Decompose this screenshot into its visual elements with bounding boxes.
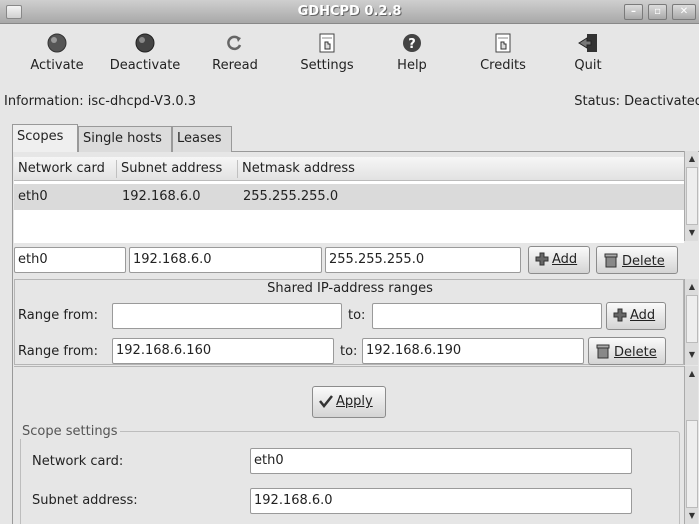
tab-single-hosts[interactable]: Single hosts — [78, 126, 172, 152]
scopes-list[interactable]: Network card Subnet address Netmask addr… — [14, 157, 684, 243]
range-to-label: to: — [348, 308, 366, 323]
add-scope-label: Add — [552, 252, 578, 267]
scope-settings-title: Scope settings — [20, 424, 120, 439]
subnet-address-field[interactable]: 192.168.6.0 — [250, 488, 632, 514]
scroll-up-icon[interactable]: ▲ — [686, 153, 698, 165]
settings-label: Settings — [300, 58, 354, 73]
quit-icon — [578, 34, 597, 52]
settings-button[interactable]: Settings — [292, 32, 362, 73]
range-to-label: to: — [340, 344, 358, 359]
netmask-input[interactable]: 255.255.255.0 — [325, 247, 521, 273]
range-from-input[interactable]: 192.168.6.160 — [112, 338, 334, 364]
help-button[interactable]: ? Help — [387, 32, 437, 73]
add-range-label: Add — [630, 308, 656, 323]
scopes-list-header: Network card Subnet address Netmask addr… — [14, 157, 684, 181]
delete-scope-label: Delete — [622, 254, 665, 269]
settings-icon — [319, 33, 335, 53]
credits-label: Credits — [480, 58, 526, 73]
row-network-card: eth0 — [18, 189, 48, 204]
tab-leases[interactable]: Leases — [172, 126, 232, 152]
row-subnet: 192.168.6.0 — [122, 189, 201, 204]
range-from-label: Range from: — [18, 308, 98, 323]
info-bar: Information: isc-dhcpd-V3.0.3 Status: De… — [0, 92, 699, 112]
deactivate-label: Deactivate — [109, 58, 181, 73]
column-subnet-address[interactable]: Subnet address — [121, 161, 222, 176]
delete-range-label: Delete — [614, 345, 657, 360]
reread-button[interactable]: Reread — [205, 32, 265, 73]
activate-icon — [47, 33, 67, 53]
scroll-down-icon[interactable]: ▼ — [686, 227, 698, 239]
apply-button[interactable]: Apply — [312, 386, 386, 418]
add-scope-button[interactable]: Add — [528, 246, 590, 274]
table-row[interactable]: eth0 192.168.6.0 255.255.255.0 — [14, 184, 684, 210]
scroll-thumb[interactable] — [686, 295, 698, 343]
title-bar: GDHCPD 0.2.8 – ▫ ✕ — [0, 0, 699, 24]
subnet-input[interactable]: 192.168.6.0 — [129, 247, 322, 273]
information-text: Information: isc-dhcpd-V3.0.3 — [4, 94, 197, 109]
scroll-down-icon[interactable]: ▼ — [686, 510, 698, 522]
help-icon: ? — [403, 34, 421, 52]
trash-icon — [596, 344, 610, 359]
settings-scrollbar[interactable]: ▲ ▼ — [684, 366, 698, 524]
scroll-thumb[interactable] — [686, 167, 698, 225]
quit-label: Quit — [574, 58, 602, 73]
activate-label: Activate — [30, 58, 84, 73]
maximize-button[interactable]: ▫ — [648, 4, 667, 20]
svg-text:?: ? — [408, 37, 416, 52]
deactivate-button[interactable]: Deactivate — [102, 32, 188, 73]
scroll-up-icon[interactable]: ▲ — [686, 368, 698, 380]
range-from-label: Range from: — [18, 344, 98, 359]
tab-scopes[interactable]: Scopes — [12, 124, 78, 152]
subnet-address-label: Subnet address: — [32, 493, 138, 508]
quit-button[interactable]: Quit — [566, 32, 610, 73]
checkmark-icon — [319, 395, 333, 408]
toolbar: Activate Deactivate Reread Settings ? He… — [0, 24, 699, 90]
add-range-button[interactable]: Add — [606, 302, 666, 330]
new-range-to-input[interactable] — [372, 303, 602, 329]
delete-scope-button[interactable]: Delete — [596, 246, 678, 274]
network-card-field[interactable]: eth0 — [250, 448, 632, 474]
help-label: Help — [397, 58, 427, 73]
network-card-input[interactable]: eth0 — [14, 247, 126, 273]
shared-ranges-header: Shared IP-address ranges — [267, 281, 433, 296]
deactivate-icon — [135, 33, 155, 53]
scopes-list-scrollbar[interactable]: ▲ ▼ — [684, 151, 698, 241]
reread-icon — [227, 35, 242, 51]
apply-label: Apply — [336, 394, 373, 409]
scroll-thumb[interactable] — [686, 420, 698, 508]
scroll-down-icon[interactable]: ▼ — [686, 349, 698, 361]
column-network-card[interactable]: Network card — [18, 161, 105, 176]
reread-label: Reread — [212, 58, 258, 73]
activate-button[interactable]: Activate — [22, 32, 92, 73]
row-netmask: 255.255.255.0 — [243, 189, 339, 204]
close-button[interactable]: ✕ — [672, 4, 696, 20]
shared-ranges-scrollbar[interactable]: ▲ ▼ — [684, 279, 698, 365]
network-card-label: Network card: — [32, 454, 124, 469]
window-title: GDHCPD 0.2.8 — [297, 4, 402, 19]
trash-icon — [604, 253, 618, 268]
scroll-up-icon[interactable]: ▲ — [686, 281, 698, 293]
new-range-from-input[interactable] — [112, 303, 342, 329]
credits-icon — [495, 33, 511, 53]
status-text: Status: Deactivated — [574, 94, 699, 109]
column-netmask-address[interactable]: Netmask address — [242, 161, 355, 176]
plus-icon — [535, 252, 549, 266]
range-to-input[interactable]: 192.168.6.190 — [362, 338, 584, 364]
minimize-button[interactable]: – — [624, 4, 643, 20]
delete-range-button[interactable]: Delete — [588, 337, 666, 365]
credits-button[interactable]: Credits — [473, 32, 533, 73]
plus-icon — [613, 308, 627, 322]
